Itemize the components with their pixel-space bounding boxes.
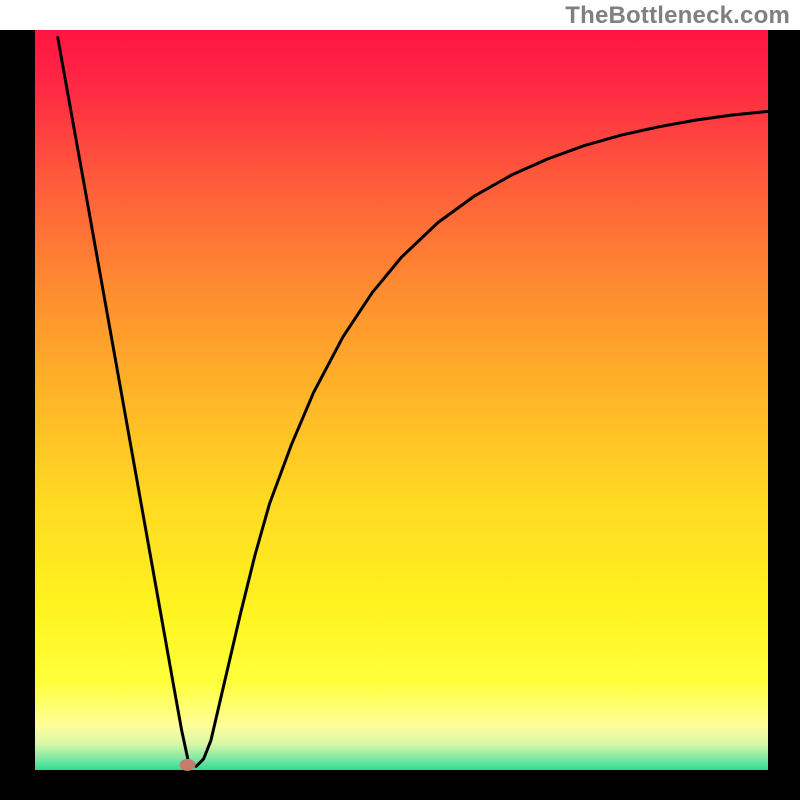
bottleneck-chart <box>0 0 800 800</box>
watermark-text: TheBottleneck.com <box>565 2 790 30</box>
chart-container: TheBottleneck.com <box>0 0 800 800</box>
bottom-marker <box>179 759 195 771</box>
